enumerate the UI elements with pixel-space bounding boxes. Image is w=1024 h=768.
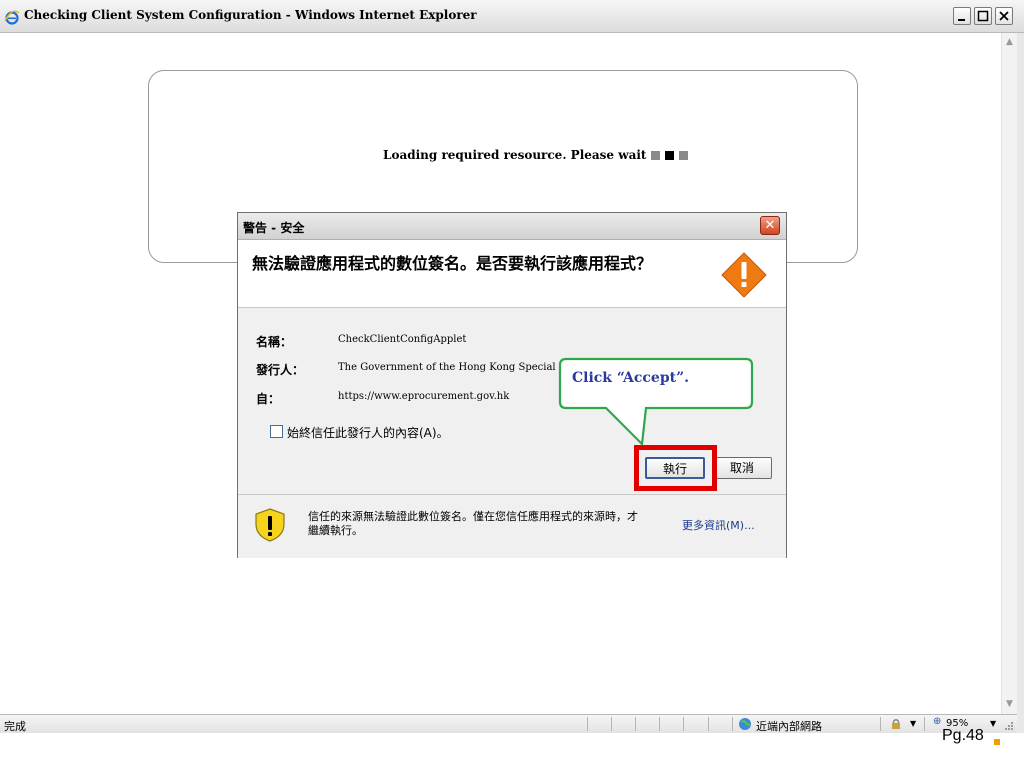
- scroll-up-icon[interactable]: ▲: [1003, 35, 1016, 49]
- close-window-button[interactable]: [995, 7, 1013, 25]
- status-divider: [635, 717, 636, 731]
- close-icon: ✕: [764, 218, 776, 233]
- window-title: Checking Client System Configuration - W…: [24, 8, 477, 22]
- protected-mode-icon[interactable]: [890, 718, 902, 730]
- status-divider: [659, 717, 660, 731]
- maximize-button[interactable]: [974, 7, 992, 25]
- minimize-button[interactable]: [953, 7, 971, 25]
- vertical-scrollbar[interactable]: ▲ ▼: [1001, 33, 1017, 714]
- dialog-header: 無法驗證應用程式的數位簽名。是否要執行該應用程式？: [238, 240, 786, 308]
- status-divider: [924, 717, 925, 731]
- loading-dot-icon: [679, 150, 689, 160]
- dialog-question: 無法驗證應用程式的數位簽名。是否要執行該應用程式？: [252, 254, 653, 273]
- chevron-down-icon[interactable]: ▼: [910, 719, 916, 728]
- status-divider: [611, 717, 612, 731]
- loading-dot-icon: [665, 150, 675, 160]
- always-trust-label[interactable]: 始終信任此發行人的內容(A)。: [287, 424, 449, 441]
- intranet-globe-icon: [739, 718, 751, 730]
- chevron-down-icon[interactable]: ▼: [990, 719, 996, 728]
- cancel-button[interactable]: 取消: [712, 457, 772, 479]
- resize-grip-icon[interactable]: [1003, 720, 1013, 730]
- callout-text: Click “Accept”.: [572, 370, 690, 386]
- internet-explorer-icon: [4, 10, 20, 25]
- scroll-down-icon[interactable]: ▼: [1003, 697, 1016, 711]
- dialog-title: 警告 - 安全: [243, 221, 305, 235]
- loading-indicator: Loading required resource. Please wait: [383, 148, 689, 162]
- name-label: 名稱：: [256, 335, 293, 349]
- always-trust-checkbox[interactable]: [270, 425, 283, 438]
- from-label: 自：: [256, 392, 281, 406]
- from-value: https://www.eprocurement.gov.hk: [338, 391, 510, 402]
- status-text: 完成: [4, 720, 26, 733]
- status-bar: 完成 近端內部網路 ▼ ⊕ 95% ▼: [0, 714, 1017, 733]
- run-button-highlight: [634, 445, 717, 491]
- status-divider: [587, 717, 588, 731]
- loading-dot-icon: [651, 150, 661, 160]
- publisher-label: 發行人：: [256, 363, 305, 377]
- loading-text: Loading required resource. Please wait: [383, 148, 647, 162]
- dialog-footer-text: 信任的來源無法驗證此數位簽名。僅在您信任應用程式的來源時，才繼續執行。: [308, 510, 638, 537]
- name-value: CheckClientConfigApplet: [338, 334, 467, 345]
- warning-diamond-icon: [721, 252, 767, 298]
- window-titlebar: Checking Client System Configuration - W…: [0, 0, 1024, 33]
- bullet-dot-icon: [994, 739, 1000, 745]
- dialog-footer: 信任的來源無法驗證此數位簽名。僅在您信任應用程式的來源時，才繼續執行。 更多資訊…: [238, 494, 786, 558]
- shield-warning-icon: [255, 508, 285, 542]
- close-icon: [999, 11, 1009, 21]
- window-frame: [1017, 33, 1024, 733]
- dialog-titlebar: 警告 - 安全 ✕: [238, 213, 786, 240]
- dialog-close-button[interactable]: ✕: [760, 216, 780, 235]
- status-divider: [708, 717, 709, 731]
- publisher-value: The Government of the Hong Kong Special: [338, 362, 556, 373]
- status-divider: [683, 717, 684, 731]
- maximize-icon: [977, 10, 989, 22]
- status-divider: [732, 717, 733, 731]
- minimize-icon: [958, 19, 965, 21]
- slide-footer: [0, 733, 1024, 768]
- more-info-link[interactable]: 更多資訊(M)...: [682, 517, 755, 533]
- status-divider: [880, 717, 881, 731]
- security-zone-text[interactable]: 近端內部網路: [756, 718, 822, 734]
- zoom-icon[interactable]: ⊕: [933, 716, 941, 727]
- page-number: Pg.48: [942, 727, 984, 744]
